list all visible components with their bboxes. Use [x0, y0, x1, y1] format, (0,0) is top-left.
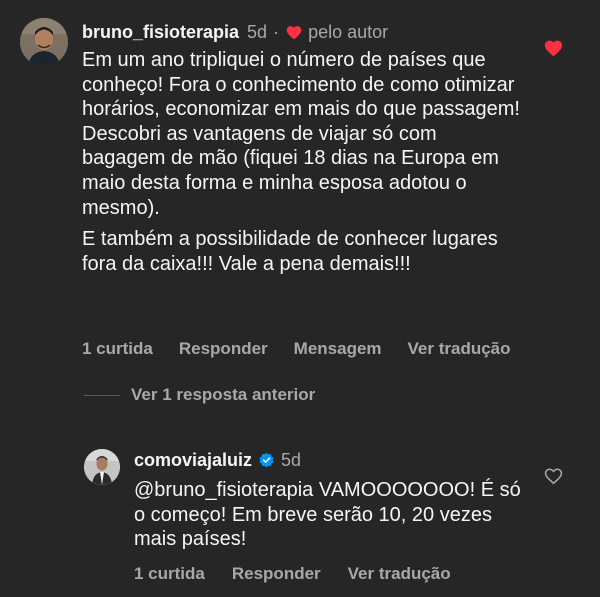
- verified-badge-icon: [259, 452, 274, 467]
- comment-actions: 1 curtida Responder Mensagem Ver traduçã…: [82, 339, 537, 359]
- translate-button[interactable]: Ver tradução: [408, 339, 511, 359]
- heart-filled-icon: [286, 26, 302, 40]
- liked-by-author-label: pelo autor: [308, 22, 389, 42]
- comment-paragraph: E também a possibilidade de conhecer lug…: [82, 228, 498, 275]
- avatar[interactable]: [20, 18, 68, 66]
- view-previous-replies-button[interactable]: Ver 1 resposta anterior: [131, 385, 315, 405]
- comment-time: 5d: [247, 22, 268, 42]
- heart-filled-icon: [544, 40, 563, 57]
- reply-username[interactable]: comoviajaluiz: [134, 449, 252, 471]
- likes-count-link[interactable]: 1 curtida: [82, 339, 153, 359]
- comment-header: bruno_fisioterapia 5d · pelo autor: [82, 21, 388, 43]
- reply-actions: 1 curtida Responder Ver tradução: [134, 564, 478, 584]
- comment-paragraph: Em um ano tripliquei o número de países …: [82, 49, 520, 219]
- reply-button[interactable]: Responder: [232, 564, 321, 584]
- reply-time: 5d: [281, 450, 302, 470]
- likes-count-link[interactable]: 1 curtida: [134, 564, 205, 584]
- translate-button[interactable]: Ver tradução: [348, 564, 451, 584]
- heart-outline-icon: [544, 468, 563, 485]
- comment-text: Em um ano tripliquei o número de países …: [82, 48, 522, 283]
- reply-text: @bruno_fisioterapia VAMOOOOOOO! É só o c…: [134, 479, 521, 551]
- reply-header: comoviajaluiz 5d: [134, 449, 301, 471]
- message-button[interactable]: Mensagem: [294, 339, 382, 359]
- reply-button[interactable]: Responder: [179, 339, 268, 359]
- user-photo-icon: [84, 449, 120, 485]
- reply-avatar[interactable]: [84, 449, 120, 485]
- comment-username[interactable]: bruno_fisioterapia: [82, 21, 239, 43]
- user-photo-icon: [20, 18, 68, 66]
- separator-dot: ·: [273, 22, 280, 42]
- replies-divider: [84, 395, 120, 396]
- reply-like-button[interactable]: [543, 466, 564, 485]
- comments-thread: bruno_fisioterapia 5d · pelo autor Em um…: [0, 0, 600, 597]
- comment-like-button[interactable]: [543, 38, 564, 57]
